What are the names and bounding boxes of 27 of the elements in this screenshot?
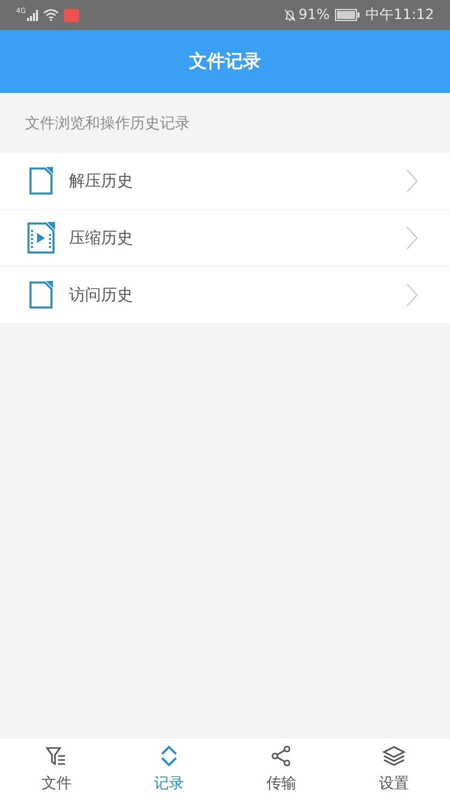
document-icon bbox=[29, 281, 53, 309]
chevron-right-icon bbox=[406, 169, 418, 193]
battery-percent: 91% bbox=[298, 6, 330, 24]
item-label: 解压历史 bbox=[69, 170, 133, 192]
section-caption: 文件浏览和操作历史记录 bbox=[25, 112, 190, 134]
item-label: 访问历史 bbox=[69, 284, 133, 306]
muted-bell-icon bbox=[284, 8, 296, 22]
clock: 中午11:12 bbox=[366, 6, 434, 24]
wifi-icon bbox=[42, 9, 59, 21]
video-file-icon bbox=[27, 222, 55, 254]
nav-tab[interactable]: 文件 bbox=[0, 738, 112, 800]
layers-icon bbox=[382, 744, 406, 768]
history-item[interactable]: 访问历史 bbox=[0, 267, 450, 324]
signal-icon bbox=[26, 10, 39, 20]
share-icon bbox=[269, 744, 294, 768]
nav-tab[interactable]: 记录 bbox=[112, 738, 225, 800]
nav-tab[interactable]: 传输 bbox=[225, 738, 338, 800]
item-label: 压缩历史 bbox=[69, 227, 133, 249]
app-notification-icon bbox=[64, 8, 79, 22]
document-icon bbox=[29, 167, 53, 195]
page-title: 文件记录 bbox=[189, 50, 261, 74]
history-item[interactable]: 解压历史 bbox=[0, 153, 450, 210]
history-item[interactable]: 压缩历史 bbox=[0, 210, 450, 267]
chevron-right-icon bbox=[406, 226, 418, 250]
nav-tab[interactable]: 设置 bbox=[338, 738, 450, 800]
chevron-right-icon bbox=[406, 283, 418, 307]
battery-icon bbox=[334, 9, 360, 21]
